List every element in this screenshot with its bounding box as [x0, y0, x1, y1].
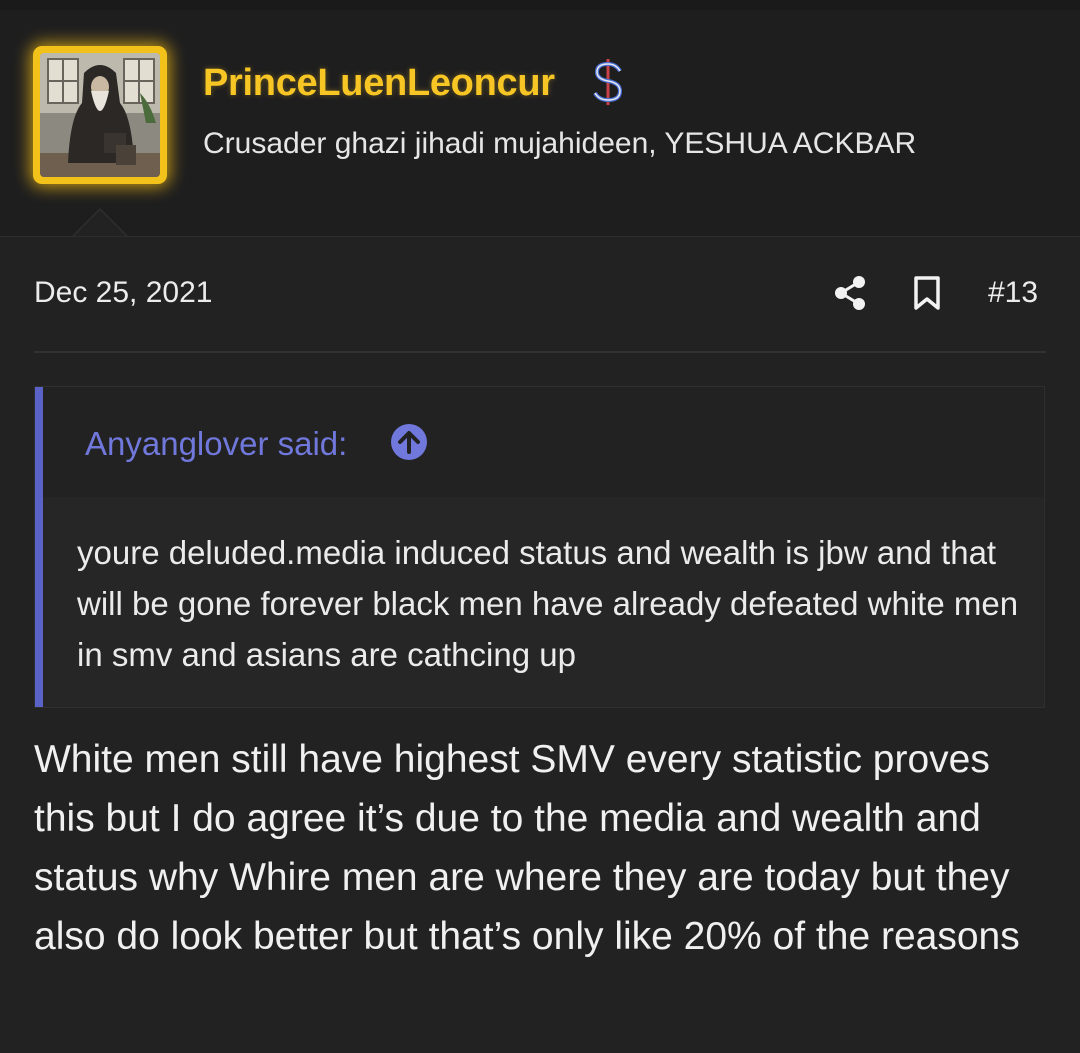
- post-number[interactable]: #13: [988, 276, 1038, 310]
- quote-text: youre deluded.media induced status and w…: [77, 534, 1019, 673]
- user-header: PrinceLuenLeoncur Crusader ghazi jihadi …: [0, 10, 1080, 237]
- username[interactable]: PrinceLuenLeoncur: [203, 62, 555, 105]
- top-strip: [0, 0, 1080, 10]
- share-icon[interactable]: [832, 274, 868, 312]
- bookmark-icon[interactable]: [910, 275, 944, 311]
- post-body: White men still have highest SMV every s…: [34, 738, 1020, 958]
- quote-block: Anyanglover said: youre deluded.media in…: [34, 386, 1045, 708]
- arrow-up-circle-icon[interactable]: [390, 423, 428, 461]
- user-title: Crusader ghazi jihadi mujahideen, YESHUA…: [203, 127, 917, 160]
- avatar[interactable]: [33, 46, 167, 184]
- dollar-icon: [593, 59, 623, 105]
- post-date[interactable]: Dec 25, 2021: [34, 276, 212, 310]
- quote-attribution[interactable]: Anyanglover said:: [85, 425, 347, 463]
- quote-header: Anyanglover said:: [43, 387, 1044, 497]
- header-pointer-fill: [74, 210, 126, 236]
- quote-accent-bar: [35, 387, 43, 707]
- divider: [34, 351, 1046, 353]
- avatar-image: [40, 53, 160, 177]
